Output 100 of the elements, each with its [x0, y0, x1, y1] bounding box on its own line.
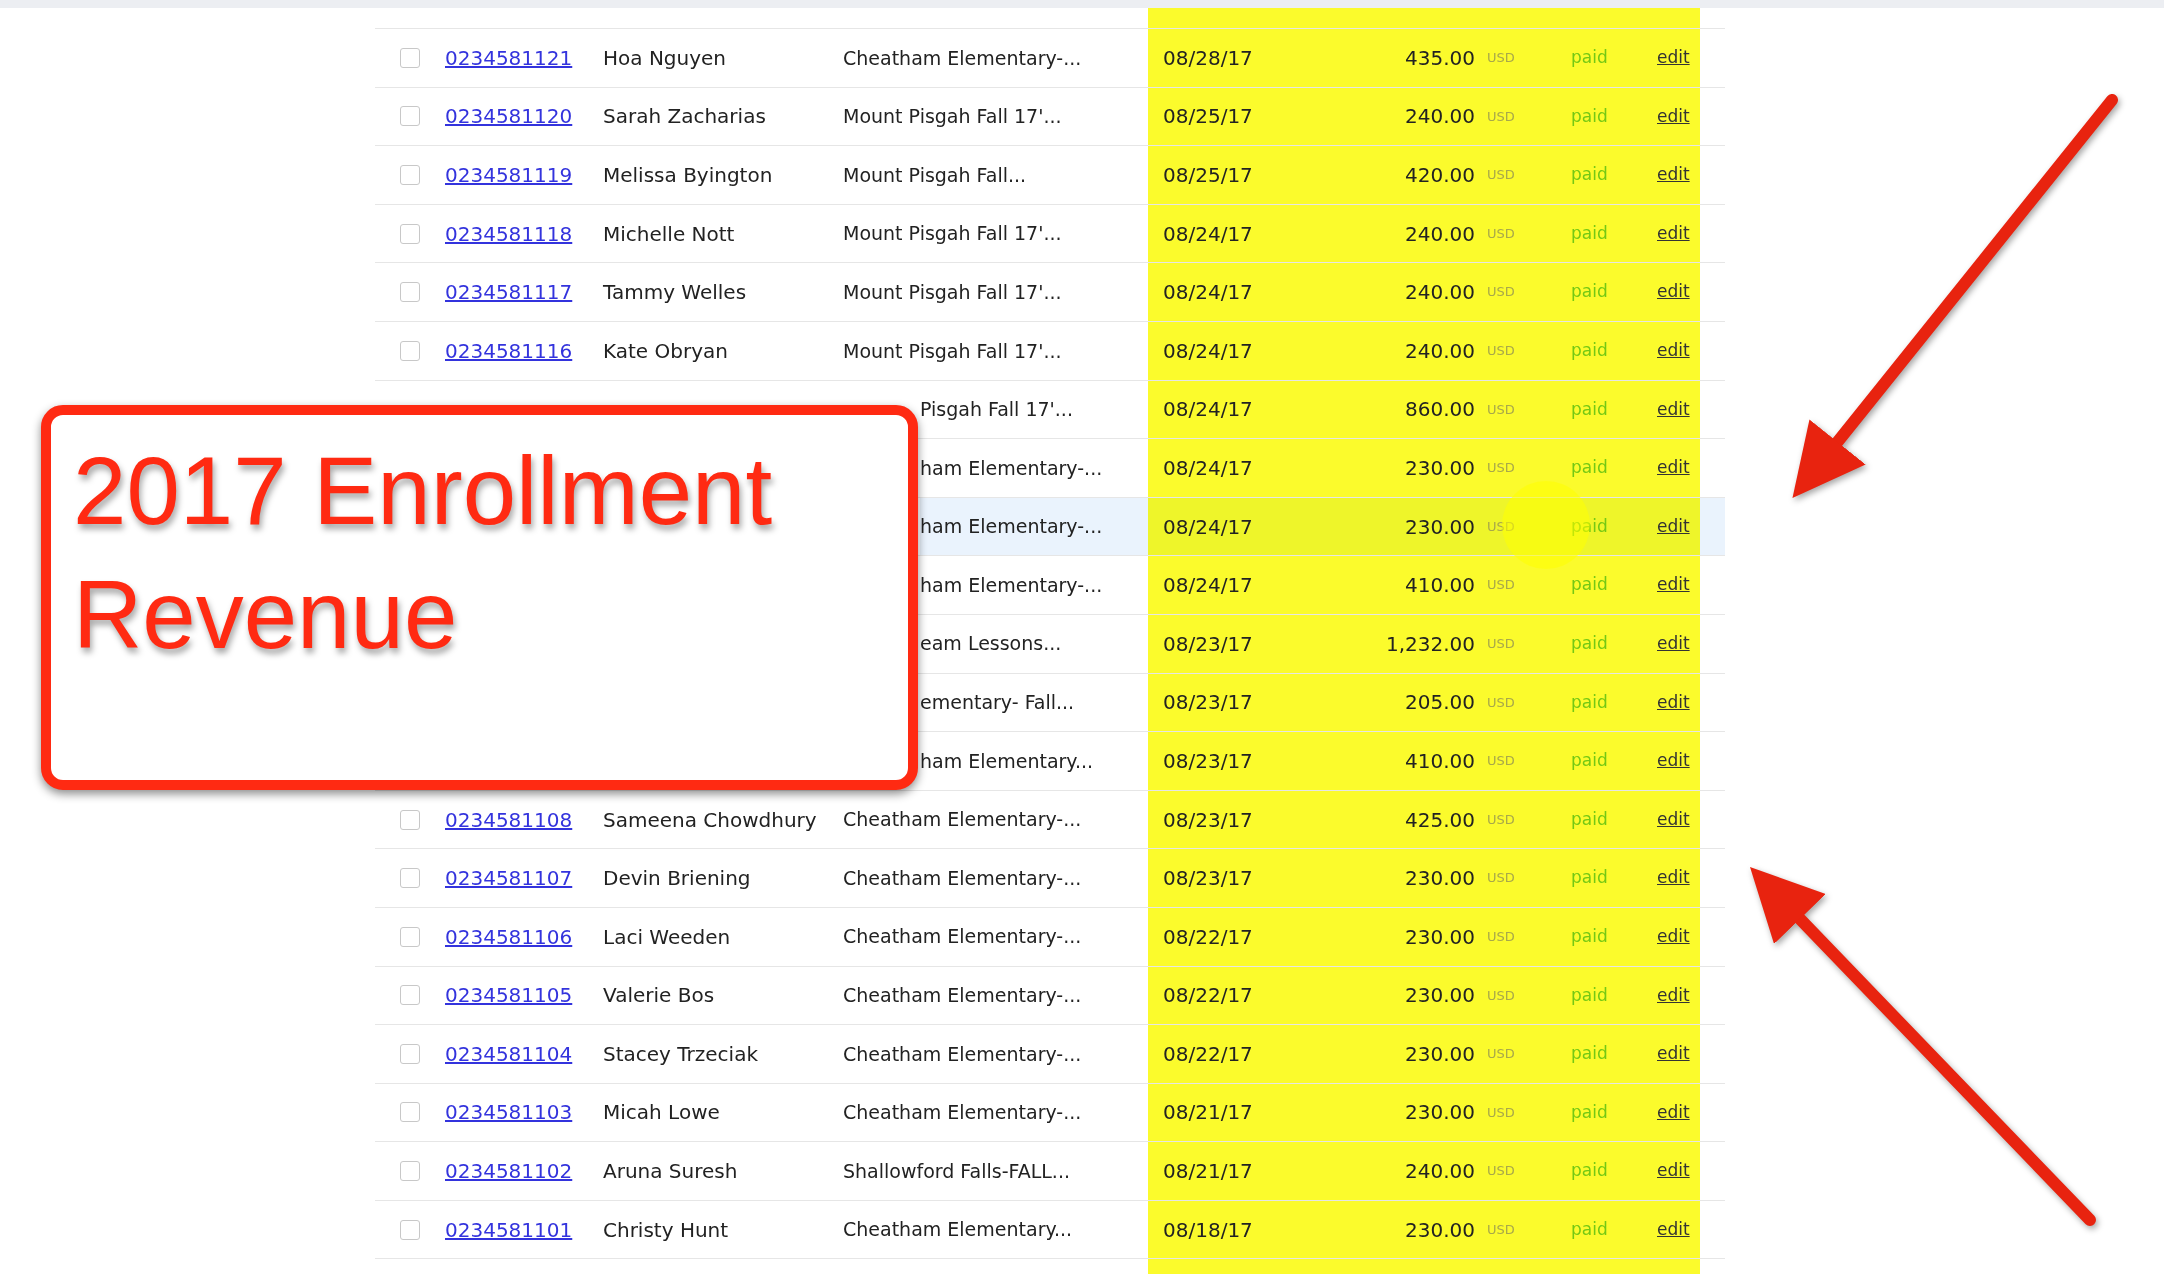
amount: 230.00 — [1404, 513, 1475, 541]
payment-status: paid — [1571, 1100, 1609, 1124]
payment-status: paid — [1571, 632, 1609, 655]
edit-link[interactable]: edit — [1657, 338, 1690, 364]
edit-link[interactable]: edit — [1657, 162, 1690, 188]
customer-name: Tammy Welles — [603, 280, 747, 305]
checkbox[interactable] — [400, 868, 420, 889]
edit-link[interactable]: edit — [1657, 1158, 1690, 1184]
edit-link[interactable]: edit — [1657, 455, 1690, 481]
edit-link[interactable]: edit — [1657, 806, 1690, 833]
currency: USD — [1487, 1103, 1516, 1122]
currency: USD — [1487, 224, 1516, 243]
checkbox[interactable] — [400, 1102, 420, 1123]
payment-status: paid — [1571, 749, 1609, 773]
order-link[interactable]: 0234581106 — [445, 924, 573, 949]
edit-link[interactable]: edit — [1657, 923, 1690, 950]
checkbox[interactable] — [400, 223, 420, 244]
order-link[interactable]: 0234581102 — [445, 1159, 573, 1184]
edit-link[interactable]: edit — [1657, 572, 1690, 598]
checkbox[interactable] — [400, 926, 420, 947]
edit-link[interactable]: edit — [1657, 1041, 1690, 1067]
date: 08/22/17 — [1162, 982, 1254, 1010]
order-link[interactable]: 0234581104 — [445, 1041, 573, 1066]
payment-status: paid — [1571, 514, 1609, 538]
edit-link[interactable]: edit — [1657, 1099, 1690, 1126]
checkbox[interactable] — [400, 340, 420, 361]
customer-name: Melissa Byington — [603, 163, 773, 187]
edit-link[interactable]: edit — [1657, 396, 1690, 423]
checkbox[interactable] — [400, 1219, 420, 1240]
checkbox[interactable] — [400, 106, 420, 127]
customer-name: Micah Lowe — [603, 1100, 720, 1125]
checkbox[interactable] — [400, 47, 420, 68]
description: Pisgah Fall 17'... — [920, 398, 1073, 421]
currency: USD — [1487, 810, 1516, 829]
edit-link[interactable]: edit — [1657, 279, 1690, 305]
currency: USD — [1487, 459, 1516, 478]
currency: USD — [1487, 342, 1516, 360]
order-link[interactable]: 0234581118 — [445, 221, 573, 246]
description: Mount Pisgah Fall 17'... — [843, 105, 1062, 128]
checkbox[interactable] — [400, 165, 420, 185]
date: 08/23/17 — [1162, 806, 1254, 834]
order-link[interactable]: 0234581101 — [445, 1217, 573, 1242]
table-row[interactable]: ham Elementary-... 08/24/17 230.00 USD paid edit — [920, 497, 1725, 556]
payment-status: paid — [1571, 924, 1609, 948]
customer-name: Sameena Chowdhury — [603, 807, 817, 832]
amount: 240.00 — [1404, 279, 1475, 307]
edit-link[interactable]: edit — [1657, 865, 1690, 891]
checkbox[interactable] — [400, 809, 420, 830]
amount: 240.00 — [1404, 103, 1475, 131]
callout-title: 2017 Enrollment Revenue — [73, 436, 774, 670]
edit-link[interactable]: edit — [1657, 513, 1690, 540]
currency: USD — [1487, 49, 1516, 68]
edit-link[interactable]: edit — [1657, 1216, 1690, 1243]
order-link[interactable]: 0234581105 — [445, 983, 573, 1008]
currency: USD — [1487, 635, 1516, 653]
amount: 230.00 — [1404, 865, 1475, 893]
customer-name: Hoa Nguyen — [603, 45, 727, 70]
edit-link[interactable]: edit — [1657, 689, 1690, 716]
edit-link[interactable]: edit — [1657, 220, 1690, 247]
currency: USD — [1487, 107, 1516, 126]
currency: USD — [1487, 1220, 1516, 1239]
currency: USD — [1487, 927, 1516, 946]
currency: USD — [1487, 1045, 1516, 1064]
amount: 240.00 — [1404, 1158, 1475, 1186]
edit-link[interactable]: edit — [1657, 982, 1690, 1009]
edit-link[interactable]: edit — [1657, 45, 1690, 71]
payment-status: paid — [1571, 397, 1609, 421]
currency: USD — [1487, 986, 1516, 1005]
order-link[interactable]: 0234581107 — [445, 866, 573, 891]
payment-status: paid — [1571, 1217, 1609, 1241]
date: 08/23/17 — [1162, 630, 1254, 658]
order-link[interactable]: 0234581117 — [445, 280, 573, 305]
order-link[interactable]: 0234581120 — [445, 104, 573, 129]
checkbox[interactable] — [400, 282, 420, 303]
order-link[interactable]: 0234581116 — [445, 338, 573, 363]
amount: 240.00 — [1404, 220, 1475, 248]
checkbox[interactable] — [400, 1161, 420, 1182]
edit-link[interactable]: edit — [1657, 748, 1690, 774]
amount: 860.00 — [1404, 396, 1475, 424]
payment-status: paid — [1571, 866, 1609, 890]
order-link[interactable]: 0234581108 — [445, 807, 573, 832]
order-link[interactable]: 0234581119 — [445, 163, 573, 187]
checkbox[interactable] — [400, 1043, 420, 1064]
order-link[interactable]: 0234581121 — [445, 45, 573, 70]
description: Mount Pisgah Fall 17'... — [843, 222, 1062, 245]
edit-link[interactable]: edit — [1657, 631, 1690, 657]
payment-status: paid — [1571, 104, 1609, 128]
payment-status: paid — [1571, 807, 1609, 831]
currency: USD — [1487, 752, 1516, 771]
payment-status: paid — [1571, 221, 1609, 245]
description: Cheatham Elementary-... — [843, 1101, 1082, 1124]
amount: 230.00 — [1404, 454, 1475, 482]
edit-link[interactable]: edit — [1657, 103, 1690, 130]
payment-status: paid — [1571, 456, 1609, 480]
amount: 230.00 — [1404, 1040, 1475, 1068]
checkbox[interactable] — [400, 985, 420, 1006]
description: ham Elementary... — [920, 749, 1093, 772]
date: 08/24/17 — [1162, 337, 1254, 365]
order-link[interactable]: 0234581103 — [445, 1100, 573, 1125]
payment-status: paid — [1571, 280, 1609, 304]
